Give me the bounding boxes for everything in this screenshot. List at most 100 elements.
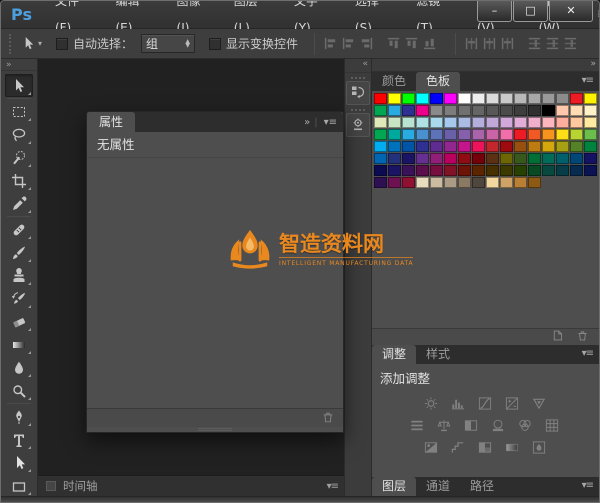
color-swatch[interactable] (472, 165, 485, 176)
panel-menu-icon[interactable]: ▾≡ (582, 72, 599, 91)
color-swatch[interactable] (528, 117, 541, 128)
distribute-horizontal-centers-icon[interactable] (482, 36, 497, 51)
panel-drag-grip[interactable] (351, 109, 365, 111)
color-swatch[interactable] (416, 141, 429, 152)
color-swatch[interactable] (374, 177, 387, 188)
tab-channels[interactable]: 通道 (416, 477, 460, 496)
distribute-right-edges-icon[interactable] (500, 36, 515, 51)
photo-filter-adjustment-button[interactable] (490, 418, 508, 433)
color-swatch[interactable] (514, 141, 527, 152)
color-swatch[interactable] (500, 153, 513, 164)
color-swatch[interactable] (584, 105, 597, 116)
auto-select-checkbox[interactable] (56, 37, 69, 50)
color-swatch[interactable] (402, 153, 415, 164)
color-swatch[interactable] (486, 165, 499, 176)
distribute-left-edges-icon[interactable] (464, 36, 479, 51)
color-swatch[interactable] (402, 141, 415, 152)
color-swatch[interactable] (388, 105, 401, 116)
color-swatch[interactable] (486, 105, 499, 116)
color-swatch[interactable] (486, 93, 499, 104)
color-swatch[interactable] (584, 129, 597, 140)
color-swatch[interactable] (416, 105, 429, 116)
color-swatch[interactable] (388, 117, 401, 128)
color-swatch[interactable] (416, 165, 429, 176)
color-swatch[interactable] (444, 105, 457, 116)
color-swatch[interactable] (528, 141, 541, 152)
pen-tool-button[interactable] (5, 405, 33, 428)
settings-panel-button[interactable] (346, 113, 370, 137)
color-swatch[interactable] (514, 105, 527, 116)
color-swatch[interactable] (528, 153, 541, 164)
color-swatch[interactable] (472, 141, 485, 152)
align-left-edges-icon[interactable] (323, 36, 338, 51)
color-swatch[interactable] (556, 165, 569, 176)
color-swatch[interactable] (556, 93, 569, 104)
rectangle-tool-button[interactable] (5, 474, 33, 497)
lasso-tool-button[interactable] (5, 123, 33, 146)
panel-drag-grip[interactable] (351, 77, 365, 79)
color-swatch[interactable] (570, 129, 583, 140)
menubar-overflow-grip-icon[interactable]: ⁞ (597, 9, 599, 20)
color-swatch[interactable] (542, 117, 555, 128)
color-swatch[interactable] (416, 177, 429, 188)
color-swatch[interactable] (374, 117, 387, 128)
invert-adjustment-button[interactable] (423, 440, 441, 455)
auto-select-target-dropdown[interactable]: 组 ▲ ▼ (141, 34, 196, 53)
gradient-map-adjustment-button[interactable] (504, 440, 522, 455)
align-right-edges-icon[interactable] (359, 36, 374, 51)
rectangular-marquee-tool-button[interactable] (5, 100, 33, 123)
history-panel-button[interactable] (346, 81, 370, 105)
color-swatch[interactable] (514, 165, 527, 176)
color-swatch[interactable] (486, 129, 499, 140)
color-swatch[interactable] (570, 93, 583, 104)
eraser-tool-button[interactable] (5, 310, 33, 333)
color-swatch[interactable] (388, 153, 401, 164)
color-swatch[interactable] (500, 177, 513, 188)
color-swatch[interactable] (486, 153, 499, 164)
color-swatch[interactable] (570, 165, 583, 176)
trash-icon[interactable] (576, 329, 589, 345)
color-swatch[interactable] (472, 177, 485, 188)
color-swatch[interactable] (556, 153, 569, 164)
color-swatch[interactable] (472, 93, 485, 104)
quick-selection-tool-button[interactable] (5, 146, 33, 169)
color-swatch[interactable] (388, 93, 401, 104)
color-swatch[interactable] (528, 177, 541, 188)
levels-adjustment-button[interactable] (450, 396, 468, 411)
color-swatch[interactable] (402, 129, 415, 140)
options-bar-grip[interactable] (9, 33, 13, 54)
color-swatch[interactable] (416, 117, 429, 128)
type-tool-button[interactable] (5, 428, 33, 451)
current-tool-button[interactable]: ▾ (21, 36, 42, 51)
color-swatch[interactable] (430, 93, 443, 104)
close-button[interactable]: ✕ (549, 1, 593, 22)
color-swatch[interactable] (374, 93, 387, 104)
color-swatch[interactable] (430, 177, 443, 188)
tab-timeline[interactable]: 时间轴 (63, 478, 98, 494)
gradient-tool-button[interactable] (5, 333, 33, 356)
panel-menu-icon[interactable]: ▾≡ (582, 345, 599, 364)
color-swatch[interactable] (430, 141, 443, 152)
color-swatch[interactable] (584, 93, 597, 104)
color-swatch[interactable] (388, 141, 401, 152)
trash-icon[interactable] (321, 410, 335, 427)
tab-layers[interactable]: 图层 (372, 477, 417, 496)
panel-resize-grip[interactable] (87, 427, 343, 432)
color-swatch[interactable] (542, 165, 555, 176)
curves-adjustment-button[interactable] (477, 396, 495, 411)
color-swatch[interactable] (514, 177, 527, 188)
color-swatch[interactable] (458, 141, 471, 152)
color-swatch[interactable] (402, 105, 415, 116)
color-swatch[interactable] (388, 177, 401, 188)
black-white-adjustment-button[interactable] (463, 418, 481, 433)
align-top-edges-icon[interactable] (386, 36, 401, 51)
color-swatch[interactable] (472, 117, 485, 128)
history-brush-tool-button[interactable] (5, 287, 33, 310)
tab-color[interactable]: 颜色 (372, 72, 416, 91)
color-swatch[interactable] (416, 93, 429, 104)
color-swatch[interactable] (500, 165, 513, 176)
color-swatch[interactable] (570, 117, 583, 128)
color-swatch[interactable] (402, 93, 415, 104)
move-tool-button[interactable] (5, 74, 33, 97)
color-swatch[interactable] (556, 117, 569, 128)
